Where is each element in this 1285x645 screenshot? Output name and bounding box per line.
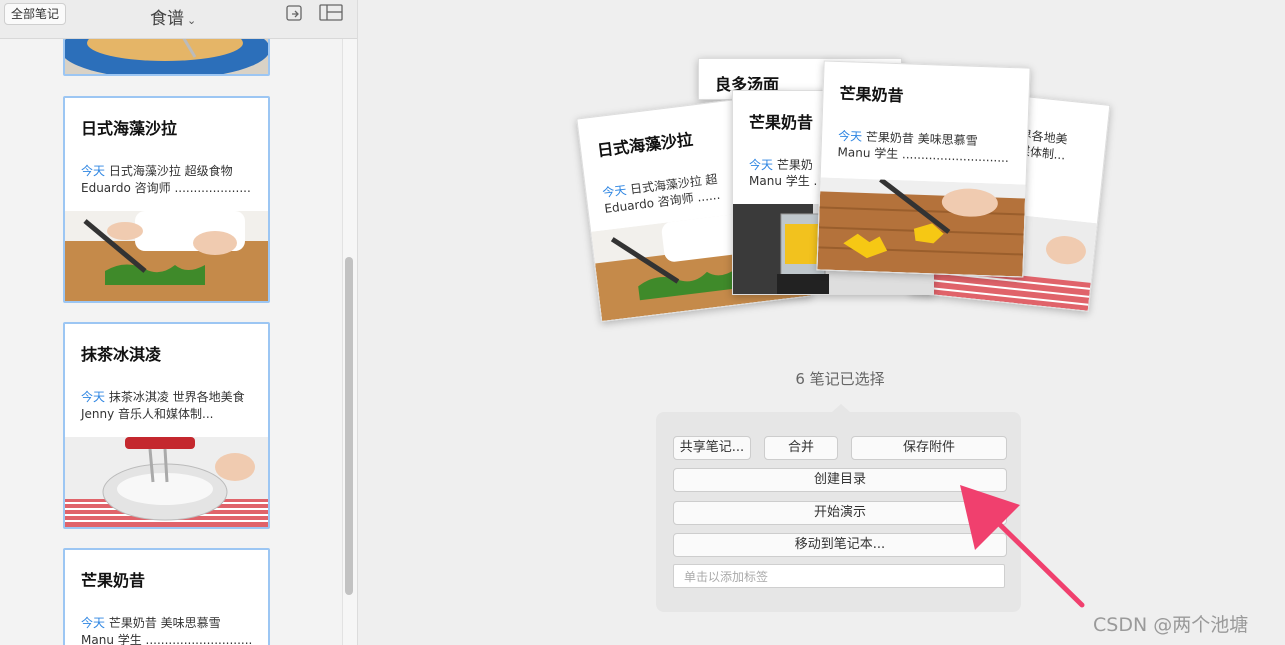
selected-notes-stack: 良多汤面 界各地美 媒体制... 日式海藻沙拉 今天 日式海藻沙拉 超 Edua… bbox=[576, 50, 1111, 323]
chopping-mango-photo bbox=[817, 177, 1026, 277]
mixer-bowl-photo bbox=[65, 437, 268, 527]
note-list-sidebar: 全部笔记 食谱 ⌄ 日式海藻沙拉 今天 日式海藻沙拉 超级食物 Eduardo 咨… bbox=[0, 0, 358, 645]
stack-card-snippet: 今天 芒果奶昔 美味思慕雪 Manu 学生 ..................… bbox=[837, 129, 1010, 165]
note-date: 今天 bbox=[81, 164, 106, 178]
note-date: 今天 bbox=[81, 390, 106, 404]
stack-card-snippet: 今天 芒果奶 Manu 学生 . bbox=[749, 158, 818, 188]
layout-grid-icon[interactable] bbox=[319, 3, 344, 23]
notebook-title-dropdown[interactable]: 食谱 ⌄ bbox=[150, 4, 196, 29]
note-snippet-text: 日式海藻沙拉 超级食物 Eduardo 咨询师 ................… bbox=[81, 164, 251, 195]
note-title: 抹茶冰淇凌 bbox=[81, 345, 162, 364]
notebook-title: 食谱 bbox=[150, 9, 184, 29]
note-snippet-text: 抹茶冰淇凌 世界各地美食 Jenny 音乐人和媒体制... bbox=[81, 390, 245, 421]
note-title: 日式海藻沙拉 bbox=[81, 119, 178, 138]
note-card[interactable]: 抹茶冰淇凌 今天 抹茶冰淇凌 世界各地美食 Jenny 音乐人和媒体制... bbox=[63, 322, 270, 529]
stack-card-snippet: 今天 日式海藻沙拉 超 Eduardo 咨询师 ...... bbox=[601, 171, 721, 216]
note-snippet-text: 芒果奶昔 美味思慕雪 Manu 学生 .....................… bbox=[81, 616, 253, 645]
share-arrow-icon[interactable] bbox=[284, 3, 306, 23]
note-snippet: 今天 日式海藻沙拉 超级食物 Eduardo 咨询师 .............… bbox=[81, 163, 257, 197]
sidebar-toolbar: 全部笔记 食谱 ⌄ bbox=[0, 0, 357, 39]
stack-card-title: 芒果奶昔 bbox=[749, 113, 814, 132]
note-date: 今天 bbox=[81, 616, 106, 630]
save-attachments-button[interactable]: 保存附件 bbox=[851, 436, 1007, 460]
merge-button[interactable]: 合并 bbox=[764, 436, 838, 460]
note-card[interactable]: 芒果奶昔 今天 芒果奶昔 美味思慕雪 Manu 学生 .............… bbox=[63, 548, 270, 645]
note-card[interactable]: 日式海藻沙拉 今天 日式海藻沙拉 超级食物 Eduardo 咨询师 ......… bbox=[63, 96, 270, 303]
stack-card-front: 芒果奶昔 今天 芒果奶昔 美味思慕雪 Manu 学生 .............… bbox=[816, 60, 1031, 278]
stack-card-title: 日式海藻沙拉 bbox=[596, 129, 694, 161]
chopping-greens-photo bbox=[65, 211, 268, 301]
selection-count: 6 笔记已选择 bbox=[795, 370, 885, 388]
stack-card-title: 芒果奶昔 bbox=[839, 84, 904, 106]
watermark-text: CSDN @两个池塘 bbox=[1093, 614, 1249, 636]
chevron-down-icon: ⌄ bbox=[187, 14, 197, 27]
all-notes-button[interactable]: 全部笔记 bbox=[4, 3, 67, 25]
share-notes-button[interactable]: 共享笔记... bbox=[673, 436, 751, 460]
note-title: 芒果奶昔 bbox=[81, 571, 146, 590]
scrollbar-thumb[interactable] bbox=[345, 257, 353, 595]
note-snippet: 今天 芒果奶昔 美味思慕雪 Manu 学生 ..................… bbox=[81, 615, 257, 645]
annotation-arrow-icon bbox=[960, 485, 1085, 608]
note-snippet: 今天 抹茶冰淇凌 世界各地美食 Jenny 音乐人和媒体制... bbox=[81, 389, 257, 423]
